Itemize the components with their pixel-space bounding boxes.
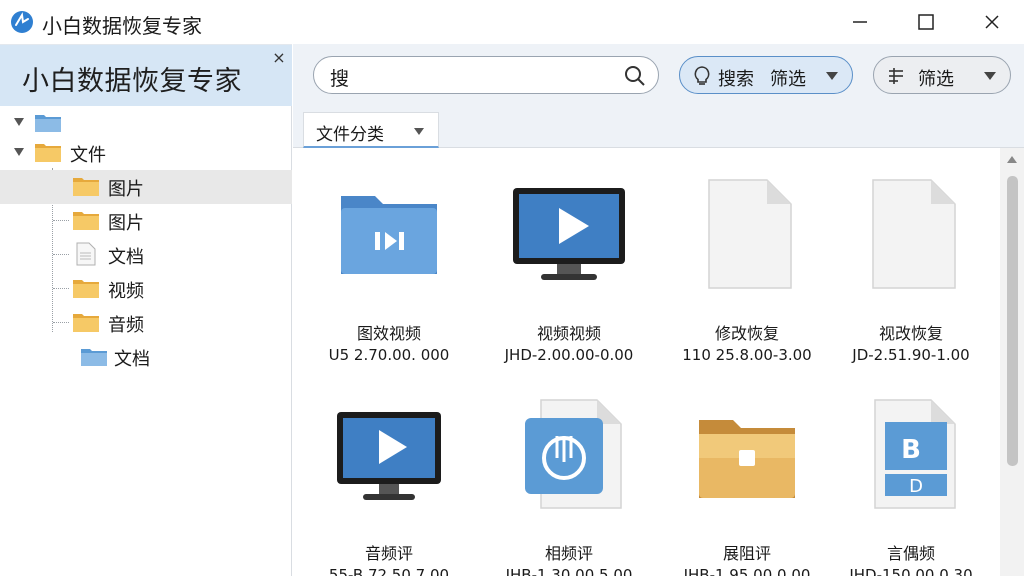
tree-item-label: 文档 (108, 247, 144, 268)
file-meta: JHD-2.00.00-0.00 (504, 346, 634, 364)
search-input[interactable]: 搜 (313, 56, 659, 94)
audio-file-icon (525, 399, 622, 509)
file-tile[interactable]: 音频评 55-B.72.50.7.00 (301, 382, 477, 576)
tree-item-audio[interactable]: 音频 (0, 306, 292, 340)
file-tile[interactable]: 视频视频 JHD-2.00.00-0.00 (481, 162, 657, 382)
tree-item-label: 文档 (114, 349, 150, 370)
svg-text:B: B (901, 435, 921, 465)
video-folder-icon (341, 196, 437, 274)
search-input-value[interactable]: 搜 (330, 64, 349, 91)
folder-tree: 文件 图片 图片 文档 视频 音频 文档 (0, 106, 292, 576)
app-logo-icon (11, 11, 33, 33)
scrollbar-thumb[interactable] (1007, 176, 1018, 466)
search-icon[interactable] (624, 65, 646, 87)
close-button[interactable] (972, 6, 1012, 38)
tree-item-images-2[interactable]: 图片 (0, 204, 292, 238)
file-grid: 图效视频 U5 2.70.00. 000 视频视频 JHD-2.00.00-0.… (293, 148, 1000, 576)
monitor-play-icon (513, 188, 625, 280)
sidebar-close-button[interactable]: × (270, 49, 288, 67)
minimize-button[interactable] (840, 6, 880, 38)
tab-label: 文件分类 (316, 125, 384, 145)
lightbulb-icon (694, 66, 710, 85)
file-tile[interactable]: 展阻评 JHB-1.95.00.0.00 (659, 382, 835, 576)
document-icon (76, 242, 96, 266)
search-mode-label: 搜索 (718, 69, 754, 90)
svg-text:D: D (909, 476, 923, 497)
title-bar: 小白数据恢复专家 (0, 0, 1024, 44)
expand-toggle-icon[interactable] (14, 148, 24, 156)
file-name: 视频视频 (536, 324, 601, 343)
image-file-icon: B D (874, 399, 956, 509)
chevron-down-icon (826, 72, 838, 80)
filter-dropdown[interactable]: 筛选 (873, 56, 1011, 94)
maximize-button[interactable] (906, 6, 946, 38)
file-meta: 110 25.8.00-3.00 (682, 346, 812, 364)
file-name: 音频评 (364, 544, 413, 563)
file-name: 视改恢复 (878, 324, 943, 343)
tree-item-images[interactable]: 图片 (0, 170, 292, 204)
file-name: 展阻评 (722, 544, 771, 563)
tab-strip: 文件分类 (293, 106, 1024, 148)
filter-label: 筛选 (770, 69, 806, 90)
tree-item-videos[interactable]: 视频 (0, 272, 292, 306)
file-name: 言偶频 (886, 544, 935, 563)
folder-icon (73, 280, 99, 298)
file-tile[interactable]: 视改恢复 JD-2.51.90-1.00 (823, 162, 999, 382)
tree-item-label: 视频 (108, 281, 144, 302)
file-meta: U5 2.70.00. 000 (328, 346, 450, 364)
briefcase-folder-icon (699, 420, 795, 498)
sidebar-title: 小白数据恢复专家 (22, 66, 242, 97)
sidebar-header: 小白数据恢复专家 × (0, 44, 292, 106)
filter-label: 筛选 (918, 69, 954, 90)
tree-item-docs-2[interactable]: 文档 (0, 340, 292, 374)
minimize-icon (853, 21, 867, 23)
file-meta: JHB-1.30.00.5.00 (505, 566, 633, 576)
close-icon (985, 15, 999, 29)
scroll-up-icon[interactable] (1007, 156, 1017, 163)
file-name: 修改恢复 (714, 324, 779, 343)
toolbar: 搜 搜索 筛选 筛选 (293, 44, 1024, 106)
tree-item-root[interactable] (0, 106, 292, 140)
file-name: 图效视频 (356, 324, 421, 343)
file-tile[interactable]: 图效视频 U5 2.70.00. 000 (301, 162, 477, 382)
expand-toggle-icon[interactable] (14, 118, 24, 126)
tree-item-documents[interactable]: 文档 (0, 238, 292, 272)
folder-icon (35, 144, 61, 162)
blank-document-icon (872, 179, 956, 289)
folder-icon (73, 314, 99, 332)
tree-item-label: 文件 (70, 145, 106, 166)
tree-item-label: 图片 (108, 213, 144, 234)
chevron-down-icon (984, 72, 996, 80)
chevron-down-icon[interactable] (414, 128, 424, 135)
tree-item-label: 音频 (108, 315, 144, 336)
folder-icon (73, 178, 99, 196)
folder-icon (73, 212, 99, 230)
maximize-icon (918, 14, 934, 30)
vertical-scrollbar[interactable] (1000, 148, 1024, 576)
file-tile[interactable]: 修改恢复 110 25.8.00-3.00 (659, 162, 835, 382)
file-name: 相频评 (544, 544, 593, 563)
folder-blue-icon (81, 349, 107, 366)
file-meta: JHB-1.95.00.0.00 (683, 566, 811, 576)
file-tile[interactable]: B D 言偶频 JHD-150.00.0.30 (823, 382, 999, 576)
window-title: 小白数据恢复专家 (42, 14, 202, 38)
monitor-play-icon (337, 412, 441, 500)
tab-file-category[interactable]: 文件分类 (303, 112, 439, 148)
folder-blue-icon (35, 115, 61, 132)
file-meta: 55-B.72.50.7.00 (328, 566, 450, 576)
tree-item-files[interactable]: 文件 (0, 136, 292, 170)
search-filter-dropdown[interactable]: 搜索 筛选 (679, 56, 853, 94)
file-meta: JHD-150.00.0.30 (849, 566, 973, 576)
file-tile[interactable]: 相频评 JHB-1.30.00.5.00 (481, 382, 657, 576)
filter-icon (889, 68, 903, 84)
file-meta: JD-2.51.90-1.00 (852, 346, 970, 364)
tree-item-label: 图片 (108, 179, 144, 200)
blank-document-icon (708, 179, 792, 289)
